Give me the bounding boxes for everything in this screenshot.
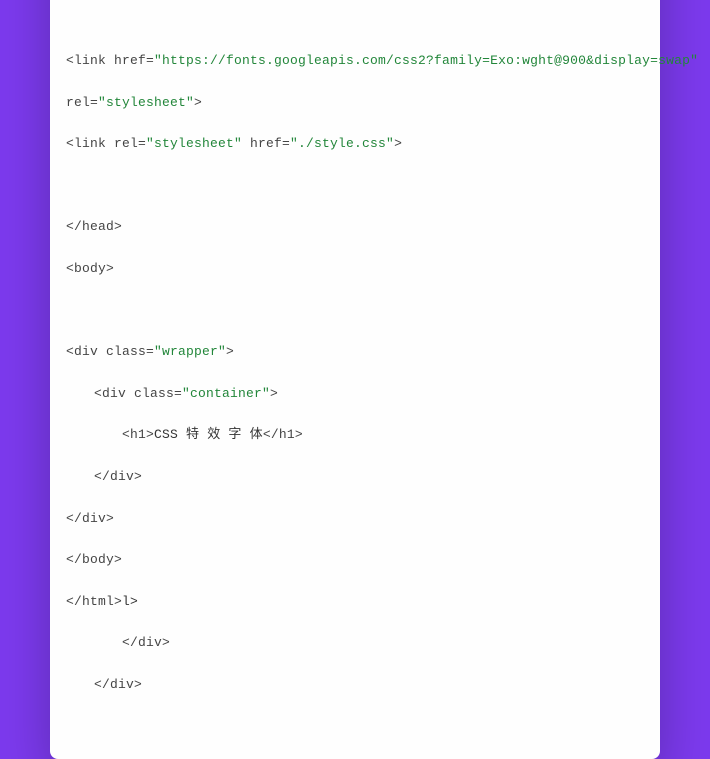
code-line: <div class="container"> [66,384,644,405]
code-token [66,303,74,318]
code-line: </div> [66,633,644,654]
code-line [66,9,644,30]
code-token: "container" [182,386,270,401]
code-token: "wrapper" [154,344,226,359]
code-token: </div> [94,677,142,692]
code-token: "stylesheet" [98,95,194,110]
code-token: <div class= [94,386,182,401]
code-token: </html> [66,594,122,609]
code-token: "stylesheet" [146,136,242,151]
code-line: </head> [66,217,644,238]
code-token: href= [242,136,290,151]
code-token: > [226,344,234,359]
code-line [66,176,644,197]
code-line: </html>l> [66,592,644,613]
code-line: </div> [66,467,644,488]
code-token [66,11,74,26]
code-token: <link rel= [66,136,146,151]
code-token: <link href= [66,53,154,68]
code-token: "./style.css" [290,136,394,151]
code-line: </body> [66,550,644,571]
code-token: rel= [66,95,98,110]
code-line: </div> [66,509,644,530]
code-line: <link href="https://fonts.googleapis.com… [66,51,644,72]
code-token: </div> [66,511,114,526]
code-line: <h1>CSS 特 效 字 体</h1> [66,425,644,446]
code-token: </head> [66,219,122,234]
code-token: </div> [94,469,142,484]
code-block: <!DOCTYPE html> <html lang="en"> <head> … [66,0,644,737]
code-line: <link rel="stylesheet" href="./style.css… [66,134,644,155]
code-token [66,178,74,193]
code-token: <body> [66,261,114,276]
code-line [66,301,644,322]
code-token: </div> [122,635,170,650]
code-token: "https://fonts.googleapis.com/css2?famil… [154,53,698,68]
code-line: <div class="wrapper"> [66,342,644,363]
code-token: > [194,95,202,110]
code-token: <h1> [122,427,154,442]
code-token: </h1> [263,427,303,442]
code-token: > [270,386,278,401]
code-window: <!DOCTYPE html> <html lang="en"> <head> … [50,0,660,759]
code-token: CSS 特 效 字 体 [154,427,263,442]
code-token: </body> [66,552,122,567]
code-token: l> [122,594,138,609]
code-token: <div class= [66,344,154,359]
code-line: <body> [66,259,644,280]
code-line: rel="stylesheet"> [66,93,644,114]
code-line: </div> [66,675,644,696]
code-token: > [394,136,402,151]
